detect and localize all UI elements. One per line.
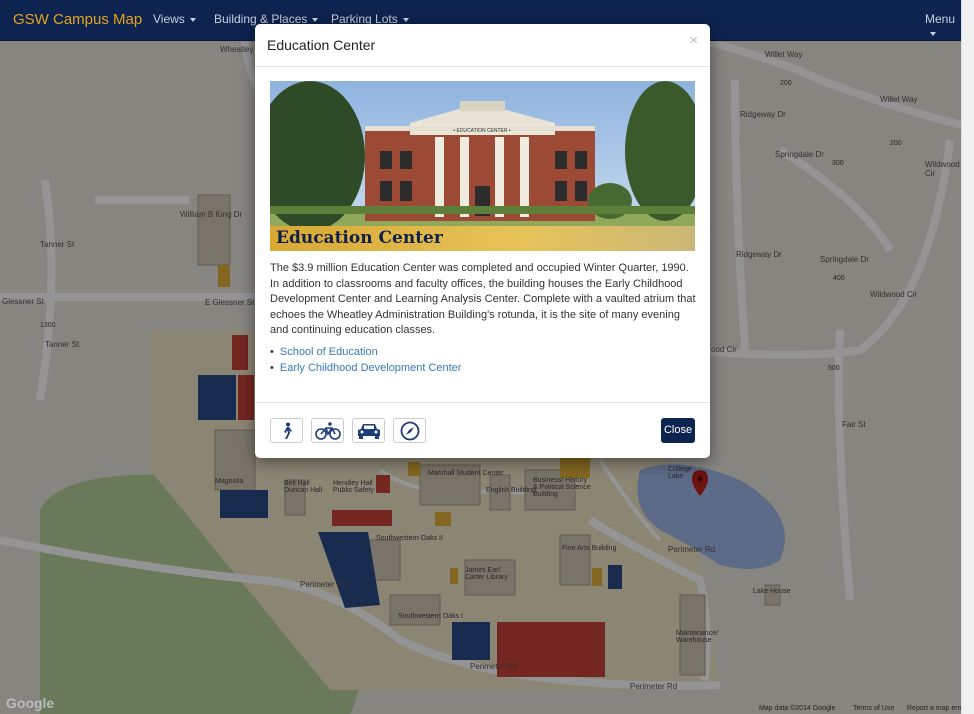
chevron-down-icon <box>312 17 319 22</box>
page-scrollbar[interactable] <box>961 0 974 714</box>
car-directions-button[interactable] <box>352 418 385 443</box>
modal-footer: Close <box>255 402 710 459</box>
car-icon <box>357 423 380 439</box>
early-childhood-center-link[interactable]: Early Childhood Development Center <box>280 362 462 374</box>
google-logo: Google <box>6 695 55 711</box>
nav-views-label: Views <box>153 12 185 26</box>
compass-icon <box>400 421 419 440</box>
map-data-attribution: Map data ©2014 Google <box>759 705 836 712</box>
nav-menu-label: Menu <box>925 12 956 26</box>
compass-button[interactable] <box>393 418 426 443</box>
list-item: School of Education <box>270 345 461 361</box>
modal-header: Education Center × <box>255 24 710 67</box>
list-item: Early Childhood Development Center <box>270 361 462 377</box>
photo-caption: Education Center <box>270 226 695 251</box>
terms-link[interactable]: Terms of Use <box>853 705 894 712</box>
bicycle-icon <box>314 421 341 440</box>
building-modal: Education Center × • EDUCATION CENTER • <box>255 24 710 458</box>
chevron-down-icon <box>402 17 409 22</box>
close-icon[interactable]: × <box>689 32 698 49</box>
building-description: The $3.9 million Education Center was co… <box>270 262 696 336</box>
walk-icon <box>283 422 292 439</box>
report-error-link[interactable]: Report a map error <box>907 705 962 712</box>
modal-title: Education Center <box>267 37 376 53</box>
nav-views[interactable]: Views <box>153 12 196 26</box>
bicycle-directions-button[interactable] <box>311 418 344 443</box>
school-of-education-link[interactable]: School of Education <box>280 346 378 358</box>
building-photo: • EDUCATION CENTER • Education Center <box>270 81 695 251</box>
nav-menu[interactable]: Menu <box>925 12 962 40</box>
walk-directions-button[interactable] <box>270 418 303 443</box>
related-links: School of Education Early Childhood Deve… <box>270 345 462 377</box>
chevron-down-icon <box>189 17 196 22</box>
building-sign-text: • EDUCATION CENTER • <box>453 128 511 134</box>
chevron-down-icon <box>930 31 936 36</box>
brand-link[interactable]: GSW Campus Map <box>13 11 142 28</box>
close-button[interactable]: Close <box>661 418 695 443</box>
